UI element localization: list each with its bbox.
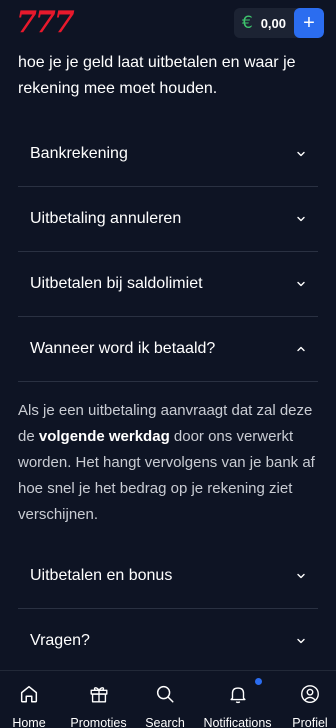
faq-item[interactable]: Bankrekening	[18, 122, 318, 187]
user-icon	[299, 683, 321, 710]
search-icon	[154, 683, 176, 710]
nav-item-notifications[interactable]: Notifications	[197, 671, 279, 728]
faq-question-label: Vragen?	[30, 632, 90, 649]
home-icon	[18, 683, 40, 710]
faq-item-expanded[interactable]: Wanneer word ik betaald?	[18, 317, 318, 382]
faq-question[interactable]: Vragen?	[18, 609, 318, 670]
balance-value: 0,00	[260, 15, 286, 31]
nav-item-search[interactable]: Search	[139, 671, 191, 728]
faq-item[interactable]: Uitbetaling annuleren	[18, 187, 318, 252]
faq-question[interactable]: Bankrekening	[18, 122, 318, 186]
faq-question-label: Bankrekening	[30, 145, 128, 162]
nav-label-promoties: Promoties	[70, 716, 127, 728]
faq-item[interactable]: Uitbetalen bij saldolimiet	[18, 252, 318, 317]
faq-answer-emphasis: volgende werkdag	[38, 428, 170, 445]
faq-question-label: Wanneer word ik betaald?	[30, 340, 216, 357]
balance-widget[interactable]: € 0,00 +	[233, 8, 324, 38]
faq-question-label: Uitbetalen en bonus	[30, 567, 173, 584]
nav-label-profiel: Profiel	[292, 716, 328, 728]
chevron-down-icon	[294, 634, 308, 648]
bottom-nav: Home Promoties Search Notifications Prof…	[0, 670, 336, 728]
intro-text: hoe je je geld laat uitbetalen en waar j…	[18, 54, 296, 97]
faq-question-label: Uitbetalen bij saldolimiet	[30, 275, 203, 292]
nav-item-promoties[interactable]: Promoties	[64, 671, 134, 728]
chevron-down-icon	[294, 147, 308, 161]
main-content: hoe je je geld laat uitbetalen en waar j…	[0, 46, 336, 670]
euro-icon: €	[241, 12, 253, 33]
top-header: 777 € 0,00 +	[0, 0, 336, 46]
notification-badge	[254, 678, 262, 685]
faq-answer: Als je een uitbetaling aanvraagt dat zal…	[18, 382, 318, 544]
faq-list: Bankrekening Uitbetaling annuleren Uitbe…	[0, 122, 336, 670]
gift-icon	[88, 683, 110, 710]
chevron-down-icon	[294, 212, 308, 226]
faq-item[interactable]: Uitbetalen en bonus	[18, 544, 318, 609]
faq-item[interactable]: Vragen?	[18, 609, 318, 670]
deposit-button[interactable]: +	[294, 8, 324, 38]
faq-question-label: Uitbetaling annuleren	[30, 210, 182, 227]
chevron-up-icon	[294, 342, 308, 356]
nav-label-home: Home	[12, 716, 46, 728]
bell-icon	[227, 683, 249, 710]
nav-item-profiel[interactable]: Profiel	[284, 671, 336, 728]
chevron-down-icon	[294, 277, 308, 291]
nav-item-home[interactable]: Home	[0, 671, 58, 728]
plus-icon: +	[303, 12, 315, 34]
chevron-down-icon	[294, 569, 308, 583]
faq-question[interactable]: Uitbetaling annuleren	[18, 187, 318, 251]
faq-question[interactable]: Uitbetalen bij saldolimiet	[18, 252, 318, 316]
nav-label-search: Search	[145, 716, 185, 728]
faq-question[interactable]: Wanneer word ik betaald?	[18, 317, 318, 381]
casino-logo[interactable]: 777	[16, 8, 75, 38]
nav-label-notifications: Notifications	[203, 716, 272, 728]
faq-question[interactable]: Uitbetalen en bonus	[18, 544, 318, 608]
